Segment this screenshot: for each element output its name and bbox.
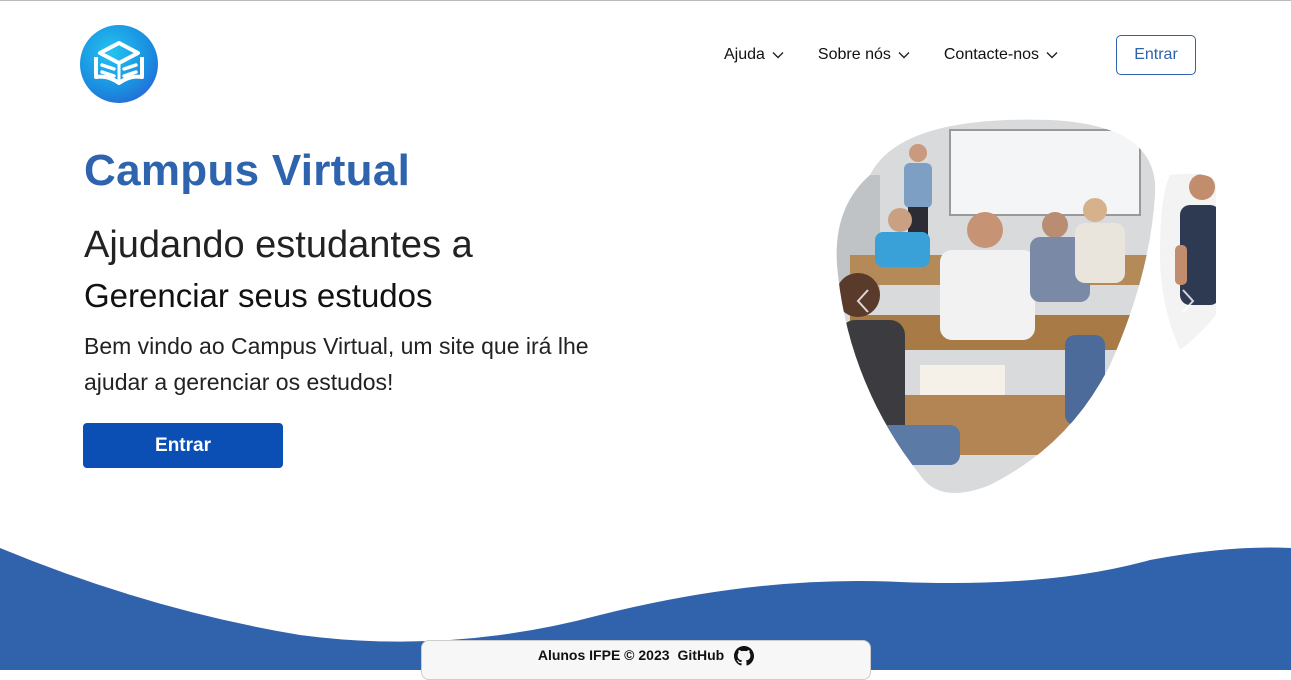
classroom-students-photo (830, 115, 1230, 500)
login-button[interactable]: Entrar (1116, 35, 1196, 75)
nav-item-ajuda[interactable]: Ajuda (724, 44, 785, 66)
chevron-right-icon (1182, 289, 1195, 313)
hero-subtitle-2: Gerenciar seus estudos (84, 277, 433, 314)
chevron-down-icon (772, 52, 784, 59)
nav-label: Sobre nós (817, 46, 891, 63)
main-nav: Ajuda Sobre nós Contacte-nos (724, 44, 1092, 66)
carousel-next-button[interactable] (1180, 288, 1196, 321)
chevron-left-icon (856, 289, 869, 313)
github-link[interactable]: GitHub (678, 647, 725, 679)
nav-label: Contacte-nos (943, 46, 1040, 63)
nav-item-sobre-nos[interactable]: Sobre nós (818, 44, 911, 66)
book-logo-icon[interactable] (80, 25, 158, 103)
github-icon[interactable] (734, 646, 755, 666)
footer-copyright: Alunos IFPE © 2023 (537, 647, 670, 663)
nav-item-contacte-nos[interactable]: Contacte-nos (944, 44, 1059, 66)
nav-label: Ajuda (724, 46, 765, 63)
page-title: Campus Virtual (84, 146, 411, 195)
hero-description: Bem vindo ao Campus Virtual, um site que… (84, 333, 589, 395)
chevron-down-icon (898, 52, 910, 59)
chevron-down-icon (1046, 52, 1058, 59)
top-border (0, 0, 1291, 1)
hero-entrar-button[interactable]: Entrar (83, 423, 283, 468)
footer-bar: Alunos IFPE © 2023 GitHub (421, 640, 871, 680)
hero-subtitle-1: Ajudando estudantes a (84, 224, 473, 266)
carousel-prev-button[interactable] (855, 288, 871, 321)
